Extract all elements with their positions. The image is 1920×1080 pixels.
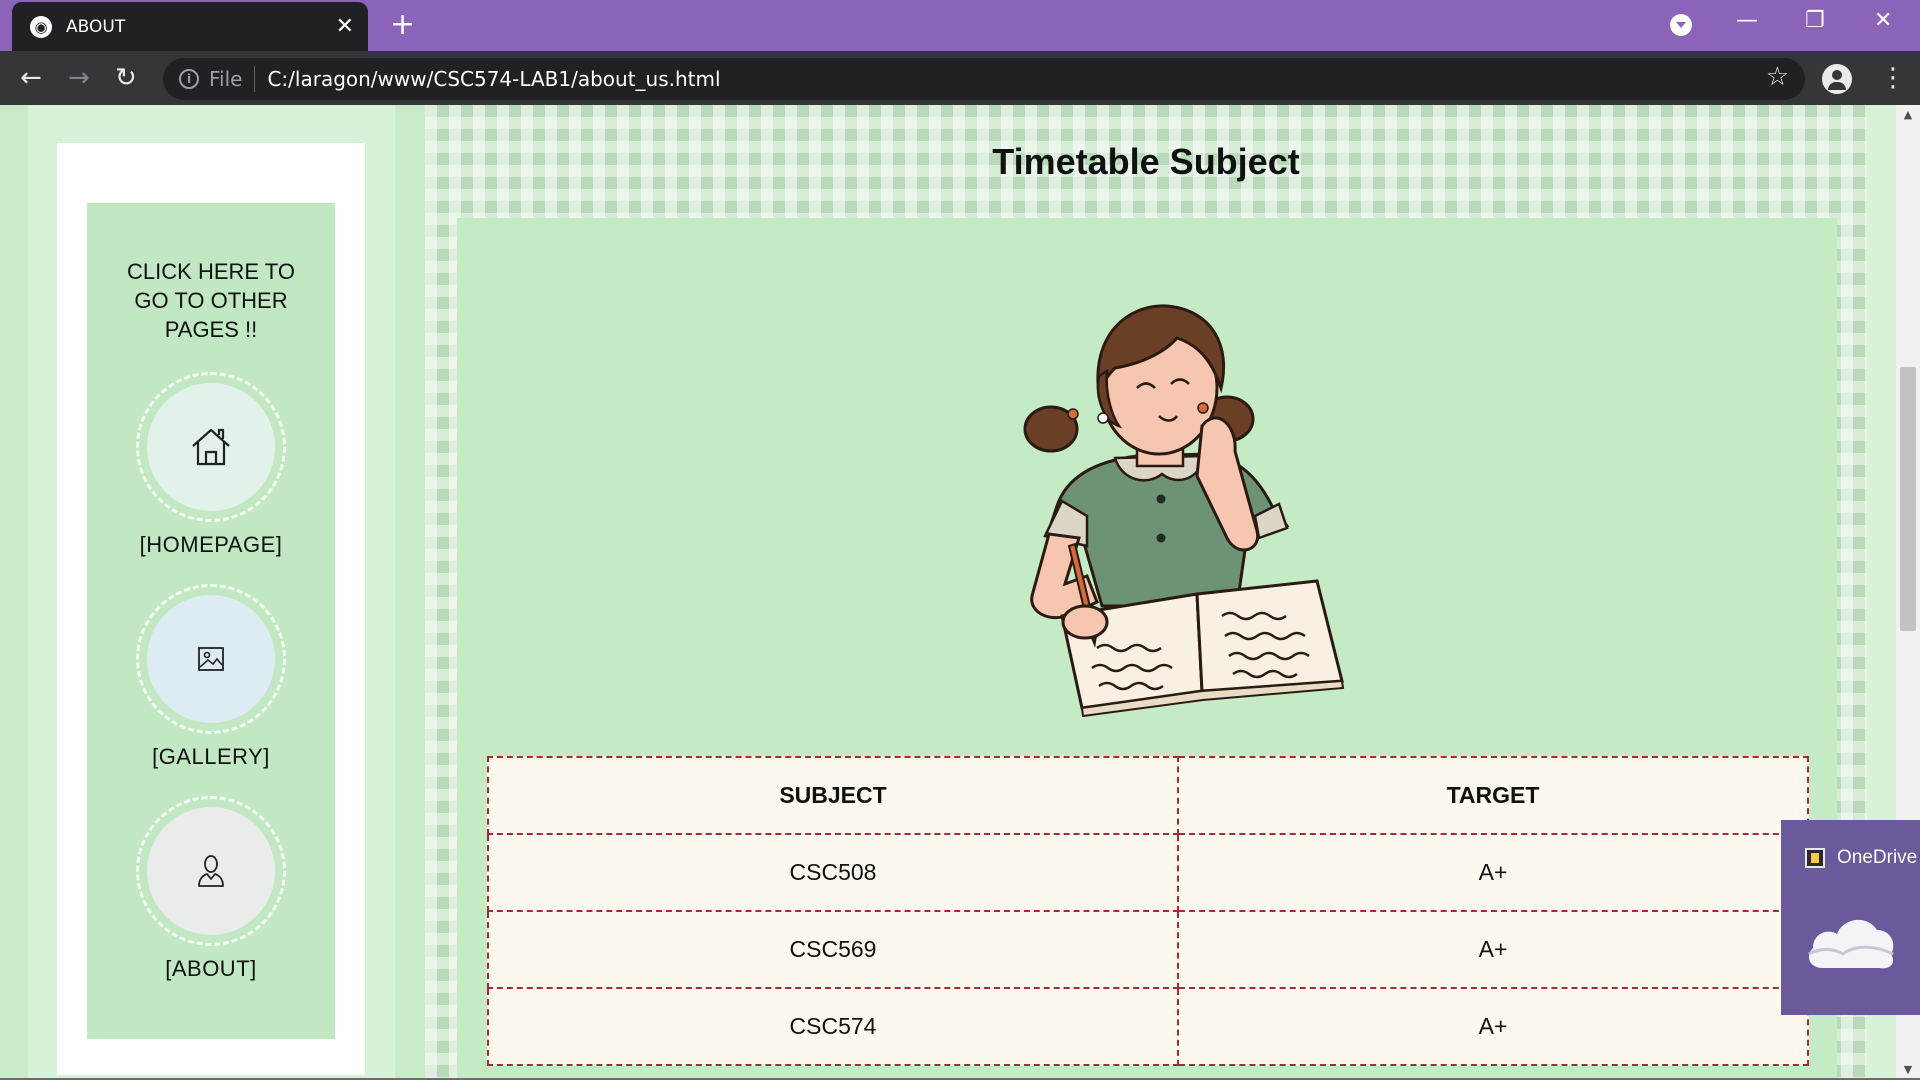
scroll-down-arrow-icon[interactable]: ▼ xyxy=(1896,1060,1920,1080)
home-icon[interactable] xyxy=(147,383,275,511)
subject-cell: CSC569 xyxy=(487,910,1179,989)
sidebar-frame: CLICK HERE TO GO TO OTHER PAGES !! [HOME… xyxy=(57,143,365,1075)
new-tab-button[interactable]: + xyxy=(390,10,415,40)
onedrive-app-icon xyxy=(1805,848,1825,868)
tab-search-icon[interactable] xyxy=(1670,14,1692,36)
forward-icon[interactable]: → xyxy=(68,63,90,93)
page-border-mid xyxy=(395,105,427,1080)
globe-icon: ◉ xyxy=(30,15,52,38)
nav-gallery[interactable]: [GALLERY] xyxy=(87,584,335,770)
target-cell: A+ xyxy=(1177,833,1809,912)
target-cell: A+ xyxy=(1177,910,1809,989)
browser-tab[interactable]: ◉ ABOUT ✕ xyxy=(12,2,368,51)
page-border-left xyxy=(0,105,28,1080)
table-row: CSC569 A+ xyxy=(487,910,1809,989)
table-header-row: SUBJECT TARGET xyxy=(487,756,1809,835)
content-box: SUBJECT TARGET CSC508 A+ CSC569 A+ CSC57… xyxy=(457,218,1837,1080)
nav-gallery-circle[interactable] xyxy=(136,584,286,734)
subject-table: SUBJECT TARGET CSC508 A+ CSC569 A+ CSC57… xyxy=(487,756,1809,1066)
close-tab-icon[interactable]: ✕ xyxy=(336,15,354,38)
title-bar: ◉ ABOUT ✕ + — ❐ ✕ xyxy=(0,0,1920,51)
url-text[interactable]: C:/laragon/www/CSC574-LAB1/about_us.html xyxy=(267,67,720,91)
table-row: CSC574 A+ xyxy=(487,987,1809,1066)
back-icon[interactable]: ← xyxy=(20,63,42,93)
sidebar: CLICK HERE TO GO TO OTHER PAGES !! [HOME… xyxy=(87,203,335,1039)
url-scheme: File xyxy=(209,67,243,91)
sidebar-heading: CLICK HERE TO GO TO OTHER PAGES !! xyxy=(127,259,295,342)
header-subject: SUBJECT xyxy=(487,756,1179,835)
minimize-icon[interactable]: — xyxy=(1736,8,1758,33)
nav-homepage-circle[interactable] xyxy=(136,372,286,522)
nav-about-circle[interactable] xyxy=(136,796,286,946)
navigation-bar: ← → ↻ i File C:/laragon/www/CSC574-LAB1/… xyxy=(0,51,1920,105)
nav-gallery-label[interactable]: [GALLERY] xyxy=(87,744,335,770)
kebab-menu-icon[interactable]: ⋮ xyxy=(1880,63,1906,93)
onedrive-label: OneDrive xyxy=(1837,847,1918,868)
nav-about[interactable]: [ABOUT] xyxy=(87,796,335,982)
address-bar[interactable]: i File C:/laragon/www/CSC574-LAB1/about_… xyxy=(163,58,1805,100)
header-target: TARGET xyxy=(1177,756,1809,835)
tab-title: ABOUT xyxy=(66,16,126,37)
reload-icon[interactable]: ↻ xyxy=(115,63,137,93)
restore-icon[interactable]: ❐ xyxy=(1805,8,1825,33)
close-window-icon[interactable]: ✕ xyxy=(1874,8,1892,33)
target-cell: A+ xyxy=(1177,987,1809,1066)
nav-about-label[interactable]: [ABOUT] xyxy=(87,956,335,982)
main-panel: Timetable Subject SUBJECT TARGET CSC508 … xyxy=(425,105,1867,1080)
page-viewport: CLICK HERE TO GO TO OTHER PAGES !! [HOME… xyxy=(0,105,1920,1080)
onedrive-notification[interactable]: OneDrive xyxy=(1781,820,1920,1015)
profile-icon[interactable] xyxy=(1822,64,1852,94)
scroll-up-arrow-icon[interactable]: ▲ xyxy=(1896,105,1920,125)
page-title: Timetable Subject xyxy=(992,141,1300,182)
subject-cell: CSC574 xyxy=(487,987,1179,1066)
nav-homepage[interactable]: [HOMEPAGE] xyxy=(87,372,335,558)
bookmark-star-icon[interactable]: ☆ xyxy=(1766,62,1789,92)
subject-cell: CSC508 xyxy=(487,833,1179,912)
table-row: CSC508 A+ xyxy=(487,833,1809,912)
nav-homepage-label[interactable]: [HOMEPAGE] xyxy=(87,532,335,558)
info-icon[interactable]: i xyxy=(179,69,199,89)
user-icon[interactable] xyxy=(147,807,275,935)
scroll-thumb[interactable] xyxy=(1900,367,1916,631)
image-icon[interactable] xyxy=(147,595,275,723)
student-illustration xyxy=(1023,304,1345,718)
cloud-icon xyxy=(1808,919,1894,969)
url-separator xyxy=(254,66,256,92)
